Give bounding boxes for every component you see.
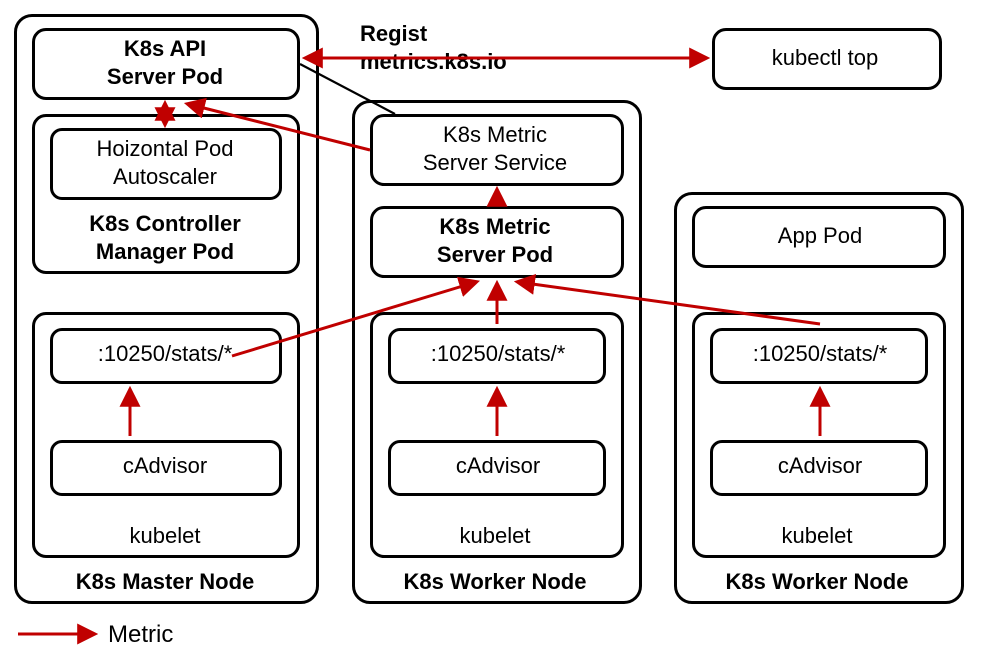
app-pod-label: App Pod (760, 222, 880, 250)
legend-label: Metric (108, 620, 208, 650)
controller-label-2: Manager Pod (60, 238, 270, 266)
hpa-label-2: Autoscaler (70, 163, 260, 191)
metric-service-l1: K8s Metric (400, 121, 590, 149)
worker1-kubelet-title: kubelet (440, 522, 550, 550)
regist-label-1: Regist (360, 20, 510, 48)
worker2-stats-label: :10250/stats/* (720, 340, 920, 368)
metric-pod-l1: K8s Metric (400, 213, 590, 241)
worker1-stats-label: :10250/stats/* (398, 340, 598, 368)
worker2-title: K8s Worker Node (712, 568, 922, 596)
master-kubelet-title: kubelet (110, 522, 220, 550)
api-server-label-2: Server Pod (90, 63, 240, 91)
worker1-title: K8s Worker Node (390, 568, 600, 596)
master-cadvisor-label: cAdvisor (60, 452, 270, 480)
worker2-kubelet-title: kubelet (762, 522, 872, 550)
kubectl-top-label: kubectl top (750, 44, 900, 72)
master-node-title: K8s Master Node (60, 568, 270, 596)
api-server-label-1: K8s API (90, 35, 240, 63)
hpa-label-1: Hoizontal Pod (70, 135, 260, 163)
worker1-cadvisor-label: cAdvisor (398, 452, 598, 480)
metric-pod-l2: Server Pod (400, 241, 590, 269)
master-stats-label: :10250/stats/* (60, 340, 270, 368)
regist-label-2: metrics.k8s.io (360, 48, 560, 76)
controller-label-1: K8s Controller (60, 210, 270, 238)
worker2-cadvisor-label: cAdvisor (720, 452, 920, 480)
metric-service-l2: Server Service (400, 149, 590, 177)
